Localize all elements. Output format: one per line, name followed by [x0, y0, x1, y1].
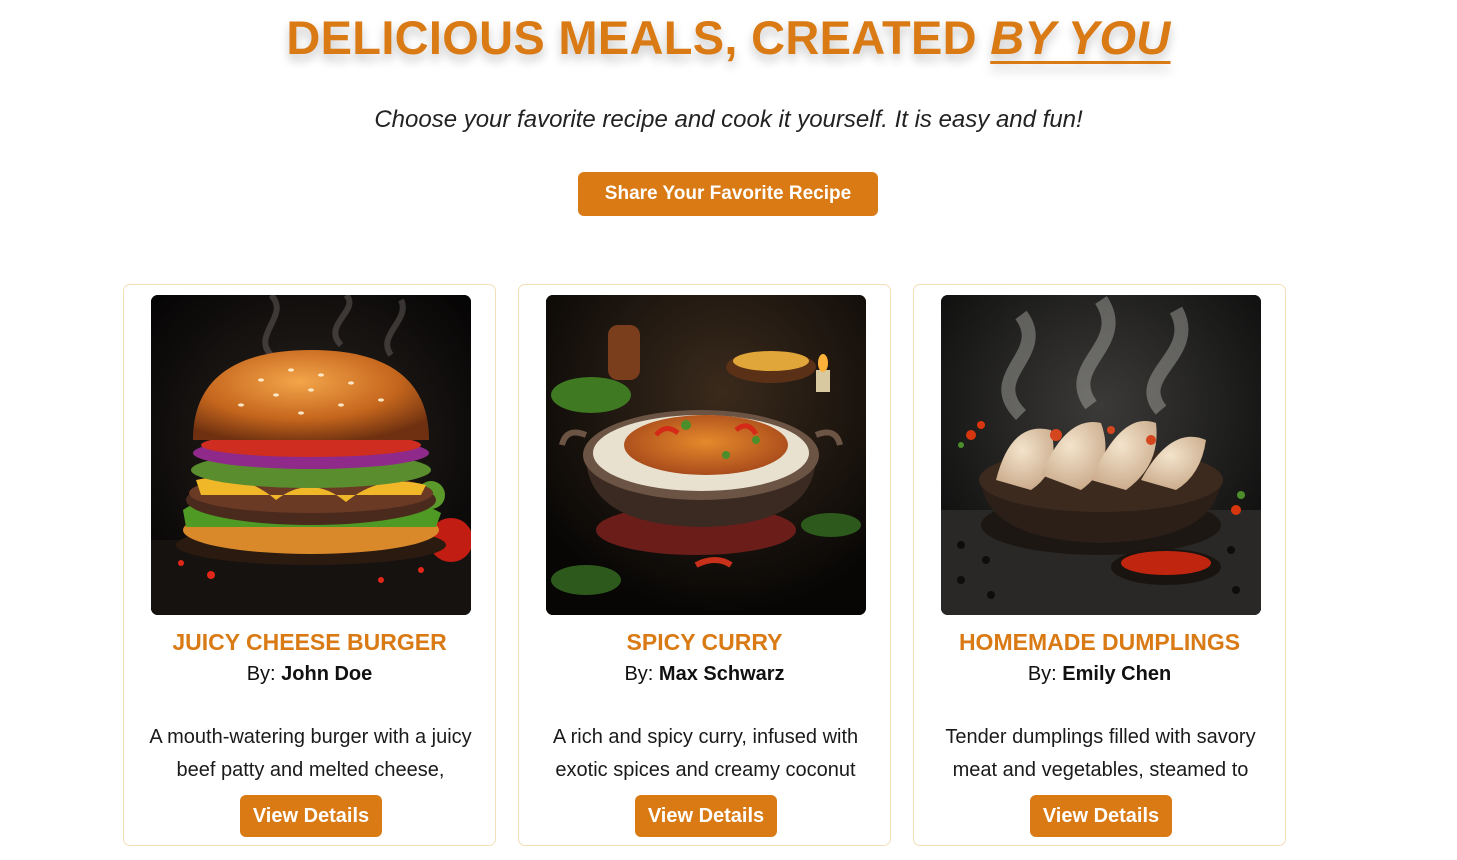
view-details-button[interactable]: View Details: [240, 795, 382, 837]
page-subtitle: Choose your favorite recipe and cook it …: [374, 106, 1083, 133]
page-title-main: DELICIOUS MEALS, CREATED: [286, 11, 991, 64]
recipe-title: JUICY CHEESE BURGER: [172, 629, 447, 655]
recipe-card-dumplings: HOMEMADE DUMPLINGS By: Emily Chen Tender…: [913, 284, 1286, 846]
recipe-title: SPICY CURRY: [626, 629, 783, 655]
burger-illustration: [151, 295, 471, 615]
view-details-button[interactable]: View Details: [635, 795, 777, 837]
recipe-card-curry: SPICY CURRY By: Max Schwarz A rich and s…: [518, 284, 891, 846]
recipe-image-curry[interactable]: [546, 295, 866, 615]
page-title: DELICIOUS MEALS, CREATED BY YOU: [0, 10, 1457, 65]
recipe-description: A mouth-watering burger with a juicy bee…: [149, 726, 472, 781]
recipe-description: A rich and spicy curry, infused with exo…: [552, 726, 859, 781]
share-recipe-button[interactable]: Share Your Favorite Recipe: [578, 172, 878, 216]
author-by-label: By:: [1027, 663, 1063, 685]
recipe-author: By: John Doe: [124, 663, 495, 686]
page-title-accent: BY YOU: [990, 11, 1171, 64]
author-name: Emily Chen: [1062, 663, 1172, 685]
recipe-title: HOMEMADE DUMPLINGS: [958, 629, 1241, 655]
author-name: Max Schwarz: [658, 663, 785, 685]
recipe-author: By: Emily Chen: [914, 663, 1285, 686]
recipe-description: Tender dumplings filled with savory meat…: [945, 726, 1256, 781]
view-details-button[interactable]: View Details: [1030, 795, 1172, 837]
recipe-image-dumplings[interactable]: [941, 295, 1261, 615]
dumplings-illustration: [941, 295, 1261, 615]
recipe-card-burger: JUICY CHEESE BURGER By: John Doe A mouth…: [123, 284, 496, 846]
author-name: John Doe: [281, 663, 373, 685]
recipe-author: By: Max Schwarz: [519, 663, 890, 686]
curry-illustration: [546, 295, 866, 615]
author-by-label: By:: [246, 663, 282, 685]
recipe-image-burger[interactable]: [151, 295, 471, 615]
author-by-label: By:: [624, 663, 659, 685]
